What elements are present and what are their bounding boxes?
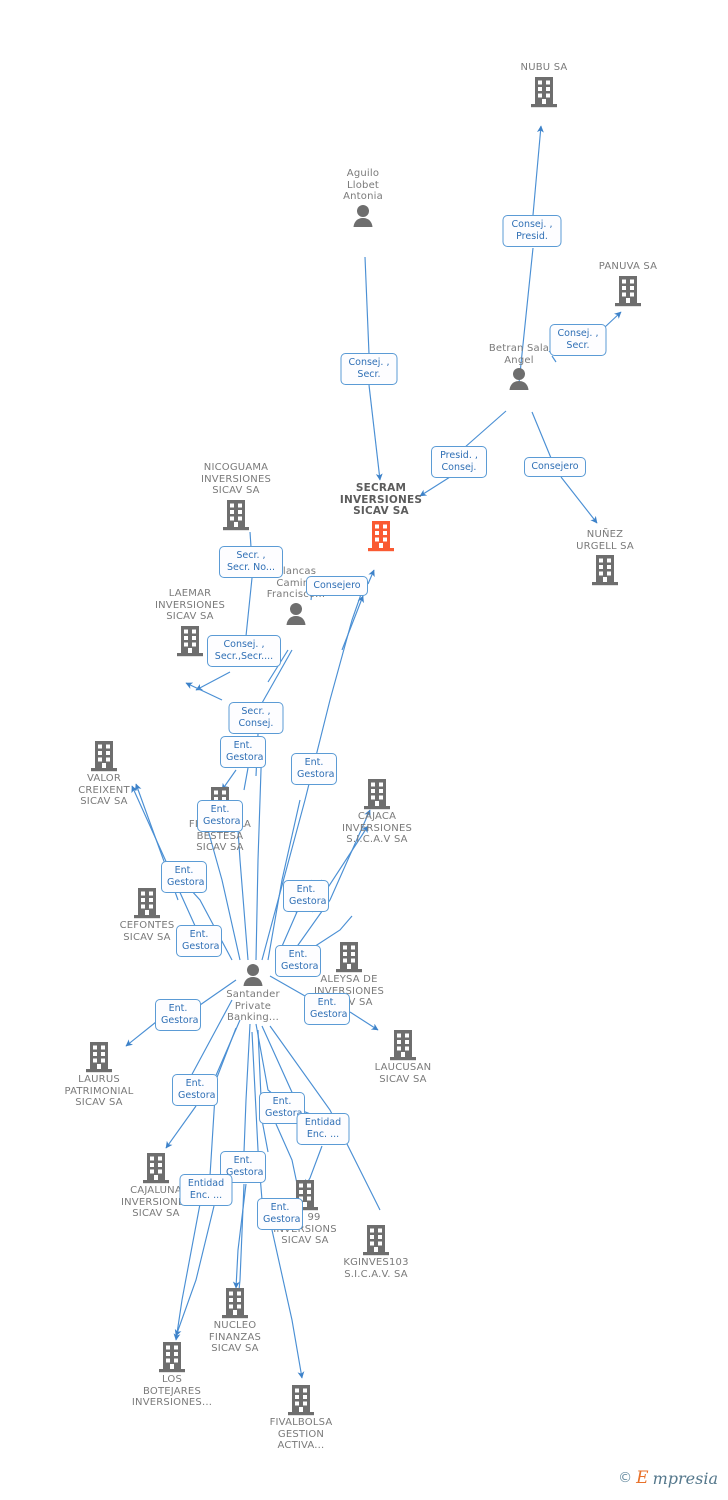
edge-label-text: Consej. , Secr.	[557, 328, 599, 351]
company-icon	[159, 1342, 185, 1373]
node-label: SECRAM INVERSIONES SICAV SA	[339, 482, 423, 517]
node-nunez-urgell[interactable]: NUÑEZ URGELL SA	[545, 529, 665, 587]
edge-label-text: Ent. Gestora	[263, 1202, 301, 1225]
company-icon	[143, 1153, 169, 1184]
node-nubu[interactable]: NUBU SA	[484, 62, 604, 109]
company-icon	[363, 1225, 389, 1256]
edge-label-text: Ent. Gestora	[281, 949, 319, 972]
node-valor-creixent[interactable]: VALOR CREIXENT SICAV SA	[44, 739, 164, 808]
edge-label-ent-gestora-1[interactable]: Ent. Gestora	[220, 736, 266, 768]
company-icon	[134, 888, 160, 919]
edge-label-ent-gestora-2[interactable]: Ent. Gestora	[291, 753, 337, 785]
node-label: NUBU SA	[520, 62, 568, 73]
edge-label-text: Ent. Gestora	[178, 1078, 216, 1101]
edge-label-consej-secr-secram[interactable]: Consej. , Secr.	[340, 353, 398, 385]
node-cajaca[interactable]: CAJACA INVERSIONES S.I.C.A.V SA	[317, 777, 437, 846]
network-diagram-canvas: NUBU SA Aguilo Llobet Antonia PANUVA SA …	[0, 0, 728, 1500]
node-nicoguama[interactable]: NICOGUAMA INVERSIONES SICAV SA	[176, 462, 296, 532]
node-label: NICOGUAMA INVERSIONES SICAV SA	[200, 462, 272, 496]
edge-label-text: Ent. Gestora	[161, 1003, 199, 1026]
company-icon	[288, 1385, 314, 1416]
company-icon	[390, 1030, 416, 1061]
node-label: LOS BOTEJARES INVERSIONES...	[131, 1374, 213, 1408]
person-icon	[286, 602, 306, 625]
node-los-botejares[interactable]: LOS BOTEJARES INVERSIONES...	[112, 1340, 232, 1409]
edge-label-text: Ent. Gestora	[289, 884, 327, 907]
person-icon	[509, 368, 529, 390]
company-icon	[364, 779, 390, 810]
edge-label-presid-consej[interactable]: Presid. , Consej.	[431, 446, 487, 478]
edge-label-text: Consej. , Secr.,Secr....	[214, 639, 274, 662]
edge-label-secr-consej[interactable]: Secr. , Consej.	[228, 702, 284, 734]
node-label: Aguilo Llobet Antonia	[343, 168, 383, 202]
watermark: © Empresia	[618, 1468, 718, 1488]
node-secram-inversiones-focus[interactable]: SECRAM INVERSIONES SICAV SA	[321, 482, 441, 553]
edge-label-ent-gestora-10[interactable]: Ent. Gestora	[172, 1074, 218, 1106]
edge-label-ent-gestora-5[interactable]: Ent. Gestora	[283, 880, 329, 912]
company-icon	[223, 499, 249, 530]
company-icon	[177, 625, 203, 656]
edge-label-ent-gestora-13[interactable]: Ent. Gestora	[257, 1198, 303, 1230]
edge-label-ent-gestora-3[interactable]: Ent. Gestora	[197, 800, 243, 832]
node-panuva[interactable]: PANUVA SA	[568, 261, 688, 308]
node-label: LAURUS PATRIMONIAL SICAV SA	[64, 1074, 134, 1108]
edge-label-text: Ent. Gestora	[226, 740, 264, 763]
edge-label-text: Ent. Gestora	[297, 757, 335, 780]
edge-label-secr-secr-no[interactable]: Secr. , Secr. No...	[219, 546, 283, 578]
node-label: CAJACA INVERSIONES S.I.C.A.V SA	[341, 811, 413, 845]
node-label: Santander Private Banking...	[226, 989, 280, 1023]
edge-label-ent-gestora-9[interactable]: Ent. Gestora	[155, 999, 201, 1031]
edge-label-text: Consejero	[313, 580, 361, 591]
edge-label-ent-gestora-4[interactable]: Ent. Gestora	[161, 861, 207, 893]
node-laucusan[interactable]: LAUCUSAN SICAV SA	[343, 1028, 463, 1085]
company-icon	[592, 555, 618, 586]
edge-label-text: Ent. Gestora	[226, 1155, 264, 1178]
edge-label-ent-gestora-6[interactable]: Ent. Gestora	[176, 925, 222, 957]
edge-label-text: Ent. Gestora	[310, 997, 348, 1020]
edge-label-text: Presid. , Consej.	[440, 450, 478, 473]
edge-label-text: Secr. , Consej.	[238, 706, 274, 729]
edge-label-consejero-secram[interactable]: Consejero	[306, 576, 368, 596]
company-icon	[91, 741, 117, 772]
node-label: KGINVES103 S.I.C.A.V. SA	[343, 1257, 409, 1280]
copyright-icon: ©	[618, 1470, 633, 1486]
brand-initial: E	[636, 1468, 649, 1488]
edge-label-ent-gestora-8[interactable]: Ent. Gestora	[304, 993, 350, 1025]
person-icon	[353, 204, 373, 227]
edge-label-entidad-enc-2[interactable]: Entidad Enc. ...	[179, 1174, 233, 1206]
company-icon	[336, 942, 362, 973]
edge-label-entidad-enc-1[interactable]: Entidad Enc. ...	[296, 1113, 350, 1145]
node-label: VALOR CREIXENT SICAV SA	[78, 773, 130, 807]
edge-label-text: Consej. , Secr.	[348, 357, 390, 380]
edge-label-consejero-nunez[interactable]: Consejero	[524, 457, 586, 477]
node-aguilo-llobet-antonia[interactable]: Aguilo Llobet Antonia	[303, 168, 423, 230]
company-icon	[86, 1042, 112, 1073]
edge-label-consej-presid[interactable]: Consej. , Presid.	[502, 215, 562, 247]
edge-label-consej-secr-secr[interactable]: Consej. , Secr.,Secr....	[207, 635, 281, 667]
node-label: LAEMAR INVERSIONES SICAV SA	[154, 588, 226, 622]
edge-label-text: Secr. , Secr. No...	[227, 550, 275, 573]
edge-label-text: Ent. Gestora	[182, 929, 220, 952]
person-icon	[243, 964, 263, 986]
edge-label-text: Consej. , Presid.	[511, 219, 553, 242]
edge-label-text: Entidad Enc. ...	[304, 1117, 342, 1140]
node-kginves103[interactable]: KGINVES103 S.I.C.A.V. SA	[316, 1223, 436, 1280]
node-label: NUÑEZ URGELL SA	[576, 529, 634, 552]
node-fivalbolsa[interactable]: FIVALBOLSA GESTION ACTIVA...	[241, 1383, 361, 1452]
node-laurus-patrimonial[interactable]: LAURUS PATRIMONIAL SICAV SA	[39, 1040, 159, 1109]
node-label: LAUCUSAN SICAV SA	[374, 1062, 432, 1085]
node-label: PANUVA SA	[598, 261, 658, 272]
edge-label-text: Ent. Gestora	[203, 804, 241, 827]
edge-label-consej-secr-panuva[interactable]: Consej. , Secr.	[549, 324, 607, 356]
edge-label-text: Ent. Gestora	[167, 865, 205, 888]
company-icon	[222, 1288, 248, 1319]
company-icon	[615, 275, 641, 306]
company-icon-focus	[368, 520, 394, 551]
node-label: FIVALBOLSA GESTION ACTIVA...	[269, 1417, 333, 1451]
company-icon	[531, 76, 557, 107]
edge-label-ent-gestora-7[interactable]: Ent. Gestora	[275, 945, 321, 977]
brand-name: mpresia	[652, 1468, 718, 1488]
edge-label-text: Consejero	[531, 461, 579, 472]
edge-label-text: Entidad Enc. ...	[187, 1178, 225, 1201]
